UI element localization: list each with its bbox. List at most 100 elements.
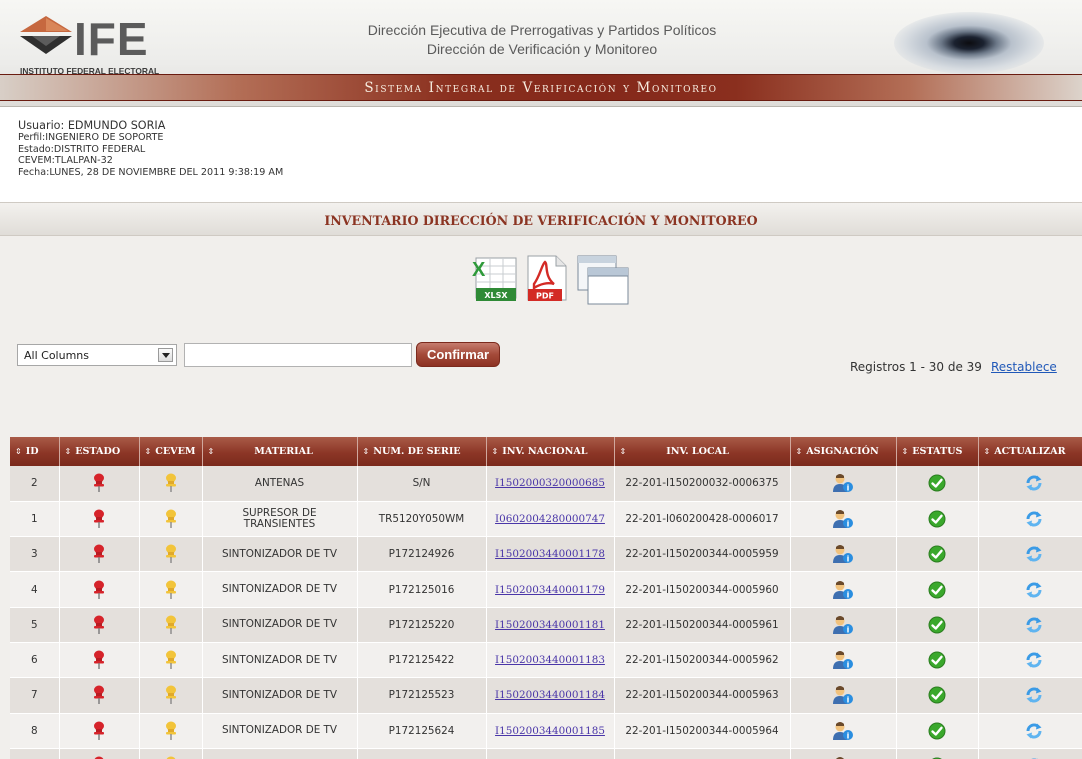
red-pushpin-icon[interactable] xyxy=(59,466,140,502)
cell-inv-local: 22-201-I150200344-0005959 xyxy=(614,536,791,573)
green-check-icon[interactable] xyxy=(896,571,979,608)
red-pushpin-icon[interactable] xyxy=(59,677,140,714)
cell-num-serie: P172125220 xyxy=(357,607,487,643)
user-assign-icon[interactable]: i xyxy=(790,466,897,502)
inv-nacional-link[interactable]: I1502003440001184 xyxy=(495,689,605,701)
open-window-button[interactable] xyxy=(576,254,630,306)
inv-nacional-link[interactable]: I1502003440001179 xyxy=(495,584,605,596)
red-pushpin-icon[interactable] xyxy=(59,642,140,679)
pdf-icon: PDF xyxy=(527,255,567,301)
cell-inv-local: 22-201-I150200344-0005962 xyxy=(614,642,791,679)
cell-num-serie: TR5120Y050WM xyxy=(357,501,487,538)
green-check-icon[interactable] xyxy=(896,748,979,759)
table-row: 1 SUPRESOR DE TRANSIENTES TR5120Y050WM I060… xyxy=(10,501,1082,538)
blue-refresh-icon[interactable] xyxy=(978,642,1082,679)
sort-icon: ⇕ xyxy=(983,447,991,456)
user-assign-icon[interactable]: i xyxy=(790,536,897,573)
user-assign-icon[interactable]: i xyxy=(790,713,897,749)
svg-text:i: i xyxy=(847,661,850,670)
yellow-pushpin-icon[interactable] xyxy=(139,571,203,608)
red-pushpin-icon[interactable] xyxy=(59,607,140,643)
red-pushpin-icon[interactable] xyxy=(59,571,140,608)
green-check-icon[interactable] xyxy=(896,536,979,573)
inv-nacional-link[interactable]: I1502003440001181 xyxy=(495,619,605,631)
yellow-pushpin-icon[interactable] xyxy=(139,466,203,502)
export-xlsx-button[interactable]: X XLSX xyxy=(470,254,518,304)
cell-inv-nacional: I1502003440001181 xyxy=(486,607,615,643)
green-check-icon[interactable] xyxy=(896,501,979,538)
cell-inv-nacional: I1502003440001183 xyxy=(486,642,615,679)
red-pushpin-icon[interactable] xyxy=(59,748,140,759)
blue-refresh-icon[interactable] xyxy=(978,571,1082,608)
cell-inv-nacional: I1502003440001757 xyxy=(486,748,615,759)
yellow-pushpin-icon[interactable] xyxy=(139,677,203,714)
yellow-pushpin-icon[interactable] xyxy=(139,501,203,538)
user-assign-icon[interactable]: i xyxy=(790,677,897,714)
inv-nacional-link[interactable]: I1502000320000685 xyxy=(495,477,605,489)
green-check-icon[interactable] xyxy=(896,466,979,502)
table-row: 3 SINTONIZADOR DE TV P172124926 I1502003440… xyxy=(10,536,1082,573)
inv-nacional-link[interactable]: I1502003440001185 xyxy=(495,725,605,737)
inv-nacional-link[interactable]: I0602004280000747 xyxy=(495,513,605,525)
user-assign-icon[interactable]: i xyxy=(790,748,897,759)
blue-refresh-icon[interactable] xyxy=(978,501,1082,538)
red-pushpin-icon[interactable] xyxy=(59,536,140,573)
inv-nacional-link[interactable]: I1502003440001178 xyxy=(495,548,605,560)
col-header-estatus[interactable]: ⇕ ESTATUS xyxy=(896,437,979,466)
ife-logo-mark-icon xyxy=(20,16,72,54)
blue-refresh-icon[interactable] xyxy=(978,607,1082,643)
col-header-num-serie[interactable]: ⇕ NUM. DE SERIE xyxy=(357,437,487,466)
cell-material: ANTENAS xyxy=(202,466,358,502)
blue-refresh-icon[interactable] xyxy=(978,748,1082,759)
cell-inv-local: 22-201-I060200428-0006017 xyxy=(614,501,791,538)
col-header-id[interactable]: ⇕ ID xyxy=(10,437,60,466)
green-check-icon[interactable] xyxy=(896,607,979,643)
blue-refresh-icon[interactable] xyxy=(978,713,1082,749)
cell-material: SINTONIZADOR DE TV xyxy=(202,642,358,679)
col-header-inv-local[interactable]: ⇕ INV. LOCAL xyxy=(614,437,791,466)
sort-icon: ⇕ xyxy=(901,447,909,456)
yellow-pushpin-icon[interactable] xyxy=(139,607,203,643)
user-assign-icon[interactable]: i xyxy=(790,607,897,643)
chevron-down-icon[interactable] xyxy=(158,348,173,362)
col-header-asignacion[interactable]: ⇕ ASIGNACIÓN xyxy=(790,437,897,466)
cell-num-serie: P172125624 xyxy=(357,713,487,749)
cell-id: 2 xyxy=(10,466,60,502)
blue-refresh-icon[interactable] xyxy=(978,677,1082,714)
reset-link[interactable]: Restablece xyxy=(991,360,1057,374)
blue-refresh-icon[interactable] xyxy=(978,536,1082,573)
confirm-button[interactable]: Confirmar xyxy=(416,342,500,367)
yellow-pushpin-icon[interactable] xyxy=(139,713,203,749)
red-pushpin-icon[interactable] xyxy=(59,501,140,538)
cell-num-serie: P172125016 xyxy=(357,571,487,608)
col-header-material[interactable]: ⇕ MATERIAL xyxy=(202,437,358,466)
eye-image xyxy=(894,12,1044,74)
cell-inv-nacional: I1502003440001185 xyxy=(486,713,615,749)
yellow-pushpin-icon[interactable] xyxy=(139,748,203,759)
col-header-actualizar[interactable]: ⇕ ACTUALIZAR xyxy=(978,437,1082,466)
green-check-icon[interactable] xyxy=(896,677,979,714)
user-assign-icon[interactable]: i xyxy=(790,571,897,608)
yellow-pushpin-icon[interactable] xyxy=(139,536,203,573)
svg-text:i: i xyxy=(847,625,850,634)
direction-line-2: Dirección de Verificación y Monitoreo xyxy=(426,41,658,57)
yellow-pushpin-icon[interactable] xyxy=(139,642,203,679)
user-assign-icon[interactable]: i xyxy=(790,501,897,538)
green-check-icon[interactable] xyxy=(896,642,979,679)
cell-inv-nacional: I0602004280000747 xyxy=(486,501,615,538)
red-pushpin-icon[interactable] xyxy=(59,713,140,749)
export-pdf-button[interactable]: PDF xyxy=(524,254,568,304)
column-select[interactable]: All Columns xyxy=(17,344,177,366)
cell-inv-nacional: I1502003440001184 xyxy=(486,677,615,714)
user-state: Estado:DISTRITO FEDERAL xyxy=(18,143,146,155)
user-assign-icon[interactable]: i xyxy=(790,642,897,679)
green-check-icon[interactable] xyxy=(896,713,979,749)
inv-nacional-link[interactable]: I1502003440001183 xyxy=(495,654,605,666)
cell-inv-nacional: I1502000320000685 xyxy=(486,466,615,502)
blue-refresh-icon[interactable] xyxy=(978,466,1082,502)
col-header-estado[interactable]: ⇕ ESTADO xyxy=(59,437,140,466)
col-header-inv-nacional[interactable]: ⇕ INV. NACIONAL xyxy=(486,437,615,466)
col-header-cevem[interactable]: ⇕ CEVEM xyxy=(139,437,203,466)
table-body: 2 ANTENAS S/N I1502000320000685 22-201-I1502… xyxy=(10,466,1082,759)
search-input[interactable] xyxy=(184,343,412,367)
